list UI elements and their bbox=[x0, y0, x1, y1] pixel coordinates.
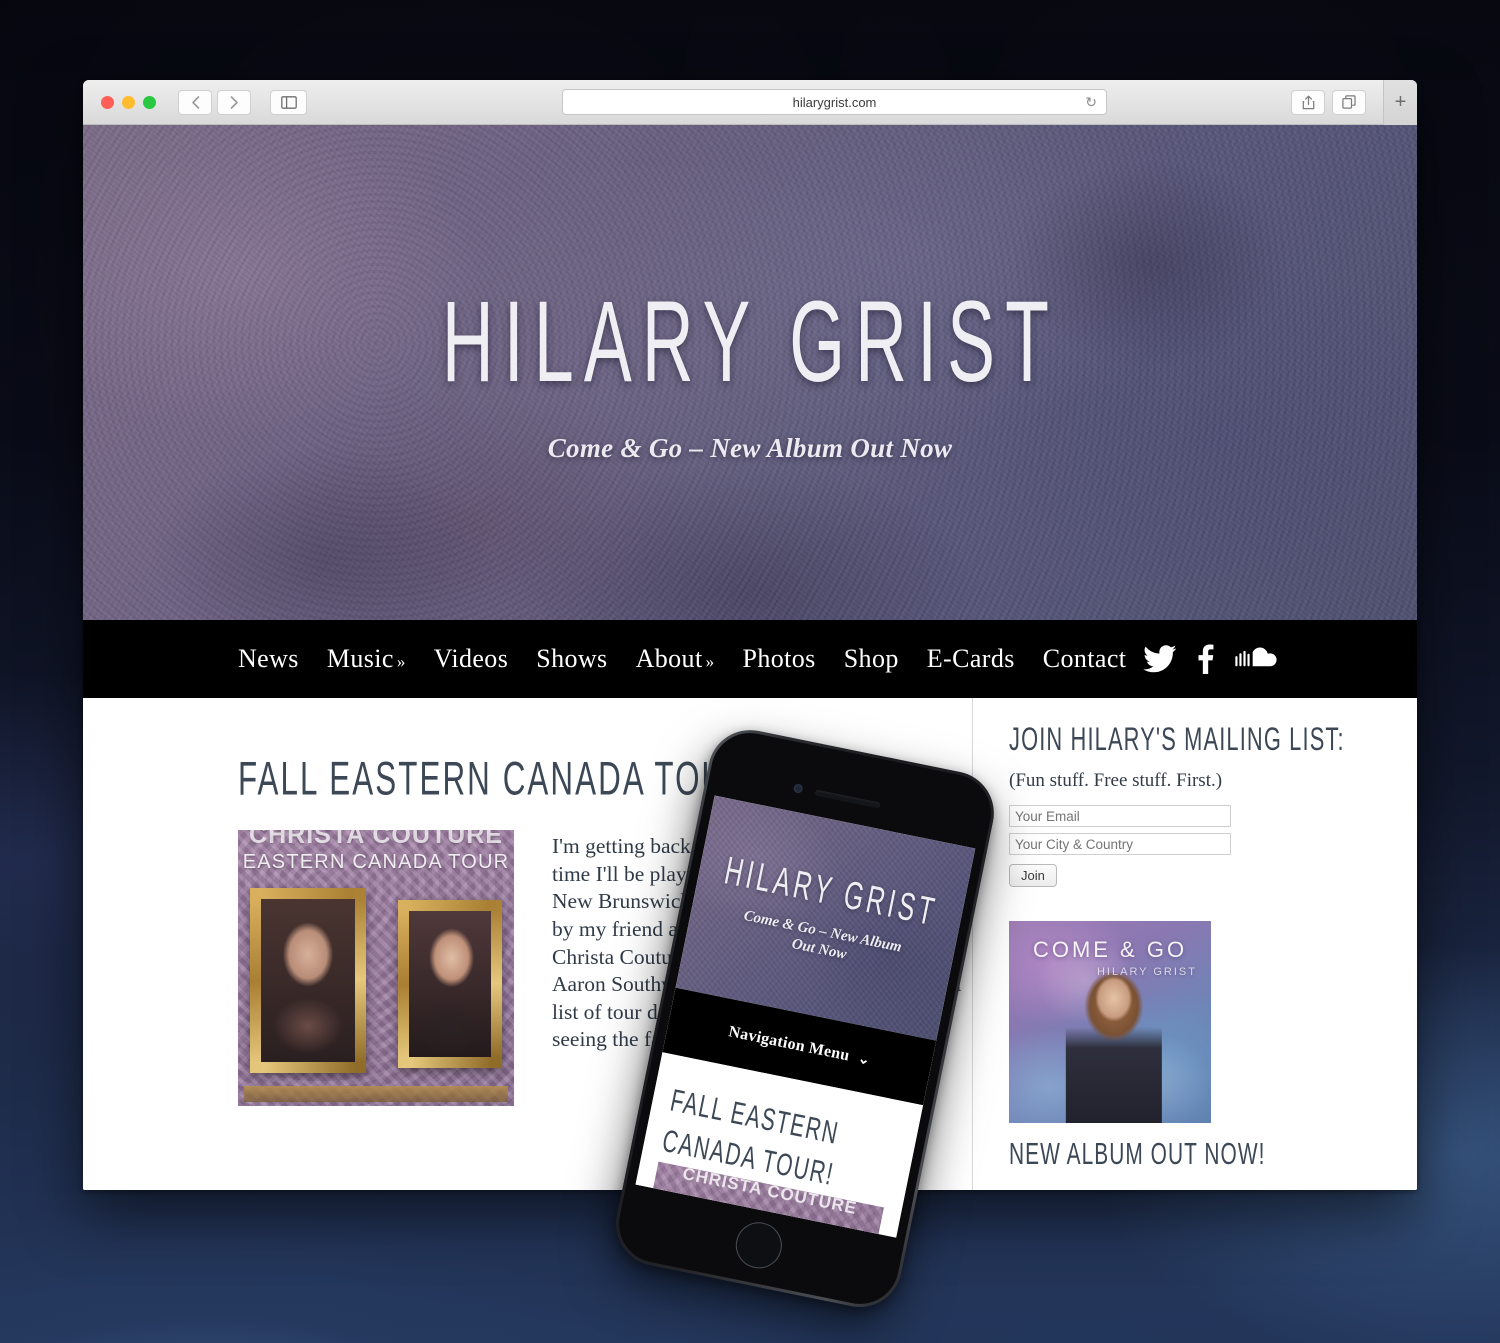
nav-item-contact[interactable]: Contact bbox=[1043, 644, 1127, 674]
nav-item-label: Videos bbox=[433, 644, 509, 673]
facebook-icon[interactable] bbox=[1197, 644, 1215, 674]
window-controls[interactable] bbox=[101, 95, 156, 109]
chevron-down-icon: ⌄ bbox=[856, 1051, 872, 1069]
album-title: COME & GO bbox=[1032, 937, 1188, 962]
poster-text: CHRISTA COUTURE EASTERN CANADA TOUR bbox=[238, 830, 514, 874]
twitter-icon[interactable] bbox=[1143, 645, 1177, 673]
show-tabs-icon[interactable] bbox=[1332, 89, 1366, 115]
nav-item-label: Photos bbox=[742, 644, 816, 673]
reload-icon[interactable]: ↻ bbox=[1085, 95, 1097, 109]
site-hero-banner: HILARY GRIST Come & Go – New Album Out N… bbox=[83, 125, 1417, 620]
nav-item-news[interactable]: News bbox=[238, 644, 299, 674]
mailing-list-subtitle: (Fun stuff. Free stuff. First.) bbox=[1009, 770, 1223, 791]
back-button[interactable] bbox=[178, 89, 212, 115]
site-tagline: Come & Go – New Album Out Now bbox=[547, 432, 953, 463]
portrait-frame-right bbox=[398, 900, 502, 1068]
nav-item-videos[interactable]: Videos bbox=[434, 644, 509, 674]
share-icon[interactable] bbox=[1291, 89, 1325, 115]
nav-item-label: About bbox=[635, 644, 703, 673]
nav-item-about[interactable]: About» bbox=[636, 644, 715, 674]
mailing-list-title: JOIN HILARY'S MAILING LIST: bbox=[1009, 720, 1345, 757]
city-country-field[interactable] bbox=[1009, 833, 1231, 855]
nav-item-ecards[interactable]: E-Cards bbox=[927, 644, 1015, 674]
address-bar-text: hilarygrist.com bbox=[792, 94, 877, 110]
browser-toolbar: hilarygrist.com ↻ + bbox=[83, 80, 1417, 125]
nav-item-shop[interactable]: Shop bbox=[844, 644, 899, 674]
nav-item-list: News Music» Videos Shows About» Photos S… bbox=[238, 644, 1126, 674]
portrait-frame-left bbox=[250, 888, 366, 1073]
poster-bottom-molding bbox=[244, 1086, 508, 1102]
join-button[interactable]: Join bbox=[1009, 864, 1057, 887]
close-window-button[interactable] bbox=[101, 95, 114, 109]
nav-item-label: News bbox=[238, 644, 299, 673]
nav-item-label: Shows bbox=[536, 644, 608, 673]
email-field[interactable] bbox=[1009, 805, 1231, 827]
soundcloud-icon[interactable] bbox=[1235, 646, 1279, 672]
album-artist-photo bbox=[1065, 973, 1162, 1123]
toolbar-right-buttons[interactable]: + bbox=[1291, 80, 1417, 125]
album-artist-name: HILARY GRIST bbox=[1096, 966, 1197, 978]
nav-item-label: Contact bbox=[1042, 644, 1127, 673]
new-tab-button[interactable]: + bbox=[1383, 80, 1417, 125]
portrait-left bbox=[261, 899, 355, 1062]
album-caption: NEW ALBUM OUT NOW! bbox=[1009, 1135, 1266, 1171]
tour-poster-image[interactable]: CHRISTA COUTURE EASTERN CANADA TOUR bbox=[238, 830, 514, 1106]
nav-item-shows[interactable]: Shows bbox=[536, 644, 607, 674]
address-bar[interactable]: hilarygrist.com ↻ bbox=[562, 89, 1107, 115]
album-cover-image[interactable]: COME & GO HILARY GRIST bbox=[1009, 921, 1211, 1123]
nav-item-label: E-Cards bbox=[926, 644, 1015, 673]
minimize-window-button[interactable] bbox=[122, 95, 135, 109]
portrait-right bbox=[409, 911, 491, 1057]
navigation-buttons[interactable] bbox=[178, 89, 307, 115]
phone-nav-label: Navigation Menu bbox=[727, 1023, 852, 1065]
social-links bbox=[1143, 644, 1357, 674]
nav-item-photos[interactable]: Photos bbox=[742, 644, 815, 674]
main-navigation: News Music» Videos Shows About» Photos S… bbox=[83, 620, 1417, 698]
nav-item-label: Music bbox=[326, 644, 394, 673]
poster-subtitle: EASTERN CANADA TOUR bbox=[242, 851, 510, 873]
poster-artist-names: CHRISTA COUTURE bbox=[249, 830, 503, 849]
sidebar: JOIN HILARY'S MAILING LIST: (Fun stuff. … bbox=[972, 698, 1417, 1190]
sidebar-toggle-icon[interactable] bbox=[270, 89, 307, 115]
chevron-right-icon: » bbox=[396, 652, 406, 671]
forward-button[interactable] bbox=[217, 89, 251, 115]
nav-item-label: Shop bbox=[843, 644, 899, 673]
nav-item-music[interactable]: Music» bbox=[327, 644, 406, 674]
chevron-right-icon: » bbox=[705, 652, 715, 671]
site-title: HILARY GRIST bbox=[441, 275, 1059, 406]
maximize-window-button[interactable] bbox=[143, 95, 156, 109]
